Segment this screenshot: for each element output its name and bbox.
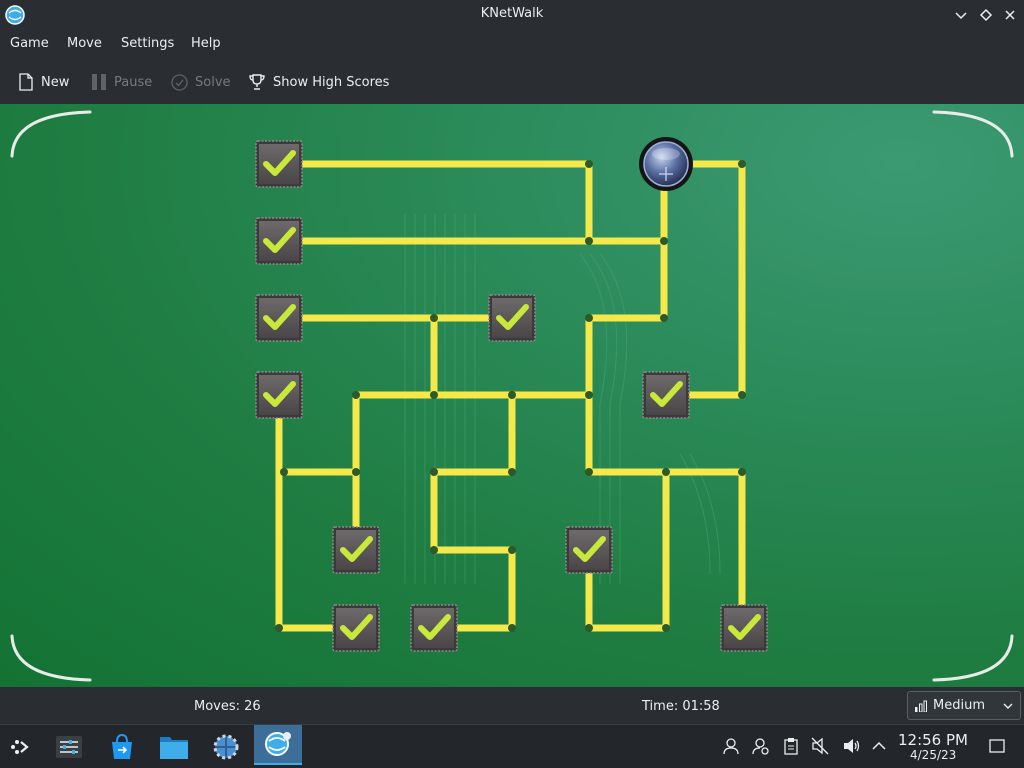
wire-joint	[662, 624, 670, 632]
checkmark-terminal-icon[interactable]	[255, 371, 303, 419]
wire-joint	[585, 624, 593, 632]
wire-joint	[585, 391, 593, 399]
wire-joint	[660, 314, 668, 322]
wire-joint	[430, 314, 438, 322]
difficulty-select[interactable]: Medium	[907, 691, 1021, 720]
wire-joint	[352, 468, 360, 476]
checkmark-terminal-icon[interactable]	[255, 294, 303, 342]
tray-expand-icon[interactable]	[871, 737, 887, 755]
solve-button[interactable]: Solve	[171, 72, 231, 92]
checkmark-terminal-icon[interactable]	[565, 526, 613, 574]
checkmark-terminal-icon[interactable]	[255, 217, 303, 265]
checkmark-terminal-icon[interactable]	[255, 140, 303, 188]
high-scores-button[interactable]: Show High Scores	[248, 72, 389, 92]
wire-joint	[508, 468, 516, 476]
wire-joint	[430, 546, 438, 554]
application-launcher-icon[interactable]	[4, 729, 40, 765]
wire-joint	[280, 468, 288, 476]
minimize-icon[interactable]	[951, 5, 971, 25]
clock-time[interactable]: 12:56 PM	[898, 731, 968, 749]
muted-speaker-icon[interactable]	[811, 737, 829, 755]
wire-joint	[585, 160, 593, 168]
wire-joint	[660, 237, 668, 245]
maximize-icon[interactable]	[976, 5, 996, 25]
system-info-icon[interactable]	[208, 729, 244, 765]
checkmark-terminal-icon[interactable]	[332, 526, 380, 574]
clipboard-icon[interactable]	[782, 737, 800, 755]
solve-button-label: Solve	[195, 74, 231, 90]
show-desktop-icon[interactable]	[988, 737, 1006, 755]
new-button[interactable]: New	[18, 72, 69, 92]
knetwalk-task-icon[interactable]	[254, 725, 302, 765]
wire-joint	[738, 468, 746, 476]
volume-icon[interactable]	[842, 737, 860, 755]
close-icon[interactable]	[1000, 5, 1020, 25]
pause-icon	[92, 74, 106, 90]
pause-button-label: Pause	[114, 74, 153, 90]
high-scores-button-label: Show High Scores	[273, 74, 390, 90]
wire-joint	[352, 391, 360, 399]
wire-segment	[275, 160, 593, 245]
solve-check-icon	[171, 73, 188, 91]
wire-joint	[662, 468, 670, 476]
pause-button[interactable]: Pause	[91, 72, 152, 92]
checkmark-terminal-icon[interactable]	[642, 371, 690, 419]
wire-joint	[430, 391, 438, 399]
wire-segment	[660, 160, 746, 399]
new-button-label: New	[41, 74, 70, 90]
checkmark-terminal-icon[interactable]	[720, 604, 768, 652]
taskbar: 12:56 PM 4/25/23	[0, 724, 1024, 768]
wire-joint	[430, 468, 438, 476]
title-bar: KNetWalk	[0, 0, 1024, 30]
menu-bar: Game Move Settings Help	[0, 30, 1024, 59]
wire-joint	[508, 391, 516, 399]
window-title: KNetWalk	[480, 6, 544, 21]
wire-joint	[738, 391, 746, 399]
toolbar: New Pause Solve Show High Scores	[0, 59, 1024, 104]
status-bar: Moves: 26 Time: 01:58 Medium	[0, 687, 1024, 724]
wire-joint	[508, 546, 516, 554]
difficulty-label: Medium	[933, 698, 985, 713]
checkmark-terminal-icon[interactable]	[410, 604, 458, 652]
clock-date[interactable]: 4/25/23	[910, 748, 956, 762]
wire-joint	[508, 624, 516, 632]
difficulty-bars-icon	[915, 700, 927, 712]
system-settings-icon[interactable]	[51, 729, 87, 765]
wire-joint	[275, 624, 283, 632]
file-manager-icon[interactable]	[156, 729, 192, 765]
checkmark-terminal-icon[interactable]	[488, 294, 536, 342]
trophy-icon	[249, 74, 265, 90]
menu-help[interactable]: Help	[191, 36, 221, 51]
time-counter: Time: 01:58	[642, 699, 720, 714]
wire-joint	[738, 160, 746, 168]
globe-server-icon[interactable]	[639, 137, 693, 191]
wire-joint	[585, 468, 593, 476]
moves-counter: Moves: 26	[194, 699, 261, 714]
wire-segment	[275, 391, 360, 632]
wire-joint	[585, 237, 593, 245]
user-switch-icon[interactable]	[752, 737, 770, 755]
chevron-down-icon	[1003, 703, 1013, 709]
game-board[interactable]	[0, 104, 1024, 687]
wire-segment	[430, 391, 516, 632]
wire-joint	[585, 314, 593, 322]
menu-settings[interactable]: Settings	[121, 36, 174, 51]
board-canvas[interactable]	[0, 104, 1024, 687]
new-document-icon	[19, 73, 33, 91]
checkmark-terminal-icon[interactable]	[332, 604, 380, 652]
menu-move[interactable]: Move	[67, 36, 102, 51]
discover-icon[interactable]	[104, 729, 140, 765]
menu-game[interactable]: Game	[10, 36, 49, 51]
user-icon[interactable]	[722, 737, 740, 755]
